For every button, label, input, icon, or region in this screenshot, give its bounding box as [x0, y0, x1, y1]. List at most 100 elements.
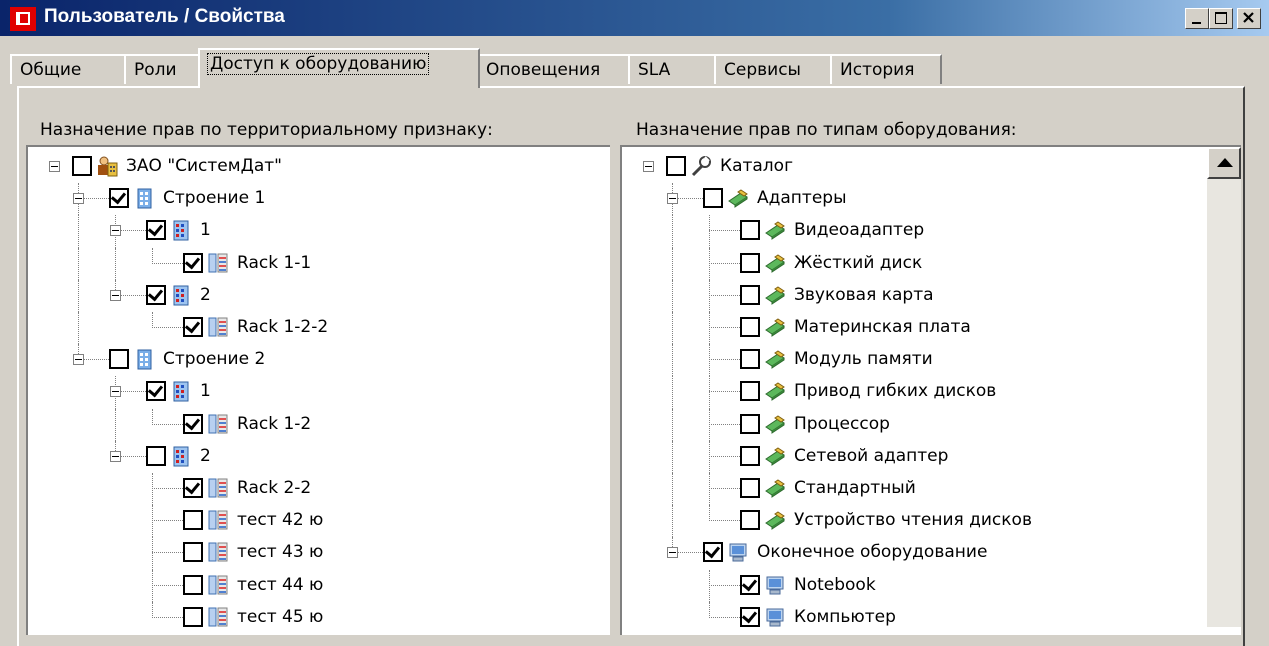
tree-node-checkbox[interactable]: [183, 542, 203, 563]
tree-node-checkbox[interactable]: [183, 252, 203, 273]
tree-connector: [672, 505, 673, 538]
tree-collapse-toggle[interactable]: [73, 193, 84, 205]
tree-node-checkbox[interactable]: [740, 381, 760, 402]
tree-node[interactable]: Адаптеры: [622, 183, 1241, 216]
tree-node[interactable]: тест 44 ю: [28, 569, 610, 602]
tree-node-content: 2: [146, 280, 211, 310]
tab-general[interactable]: Общие: [10, 54, 126, 84]
tree-node[interactable]: Каталог: [622, 151, 1241, 181]
tree-node-checkbox[interactable]: [740, 284, 760, 305]
tree-node-checkbox[interactable]: [740, 606, 760, 627]
title-bar[interactable]: Пользователь / Свойства: [0, 0, 1269, 36]
tab-notifications[interactable]: Оповещения: [476, 54, 630, 84]
scroll-up-button[interactable]: [1207, 147, 1241, 179]
tree-connector: [152, 327, 183, 328]
tree-node[interactable]: тест 43 ю: [28, 537, 610, 570]
tab-label: Оповещения: [486, 60, 601, 80]
tab-equipment-access[interactable]: Доступ к оборудованию: [198, 48, 480, 88]
tree-collapse-toggle[interactable]: [643, 161, 654, 172]
tree-node-checkbox[interactable]: [740, 252, 760, 273]
tree-node-checkbox[interactable]: [740, 478, 760, 498]
tree-node[interactable]: Модуль памяти: [622, 344, 1241, 377]
minimize-button[interactable]: [1185, 8, 1209, 29]
tree-node[interactable]: 2: [28, 440, 610, 471]
tree-node-checkbox[interactable]: [740, 317, 760, 337]
tree-node[interactable]: ЗАО "СистемДат": [28, 151, 610, 181]
tree-collapse-toggle[interactable]: [110, 289, 121, 301]
tree-collapse-toggle[interactable]: [110, 450, 121, 462]
tree-node-checkbox[interactable]: [183, 413, 203, 434]
tree-connector: [709, 488, 740, 489]
tree-collapse-toggle[interactable]: [110, 386, 121, 398]
tree-node[interactable]: Notebook: [622, 569, 1241, 602]
tree-collapse-toggle[interactable]: [73, 354, 84, 366]
tree-node[interactable]: Rack 2-2: [28, 473, 610, 506]
tree-node-checkbox[interactable]: [183, 478, 203, 498]
tree-collapse-toggle[interactable]: [49, 161, 60, 172]
tree-node-content: Строение 2: [109, 344, 265, 374]
tree-node[interactable]: Устройство чтения дисков: [622, 505, 1241, 538]
app-logo-icon: [10, 7, 36, 31]
tree-node[interactable]: Процессор: [622, 408, 1241, 441]
tree-node-label: Оконечное оборудование: [757, 542, 988, 563]
territory-tree[interactable]: ЗАО "СистемДат" Строение 1 1 Rack 1-1 2 Rack …: [26, 145, 610, 635]
tree-node[interactable]: 1: [28, 215, 610, 248]
equipment-tree-scrollbar[interactable]: [1207, 147, 1241, 627]
tree-node[interactable]: тест 45 ю: [28, 601, 610, 632]
tree-node-checkbox[interactable]: [109, 349, 129, 370]
tree-connector: [152, 408, 153, 425]
maximize-button[interactable]: [1209, 8, 1233, 29]
tree-node-checkbox[interactable]: [740, 510, 760, 531]
tree-node-label: тест 44 ю: [237, 574, 324, 595]
tree-connector: [115, 408, 116, 441]
close-button[interactable]: [1237, 8, 1261, 29]
tree-node[interactable]: Материнская плата: [622, 312, 1241, 345]
tree-node[interactable]: Оконечное оборудование: [622, 537, 1241, 567]
tree-node[interactable]: Стандартный: [622, 473, 1241, 506]
equipment-type-tree[interactable]: Каталог Адаптеры Видеоадаптер Жёсткий диск З…: [620, 145, 1241, 635]
tree-node-checkbox[interactable]: [109, 188, 129, 209]
tree-node-checkbox[interactable]: [146, 220, 166, 241]
tab-roles[interactable]: Роли: [124, 54, 206, 84]
tree-node-checkbox[interactable]: [703, 188, 723, 209]
tree-node[interactable]: Звуковая карта: [622, 279, 1241, 312]
tree-node-checkbox[interactable]: [740, 445, 760, 466]
tree-node-checkbox[interactable]: [740, 220, 760, 241]
tree-node[interactable]: Компьютер: [622, 601, 1241, 632]
tab-history[interactable]: История: [830, 54, 942, 84]
tree-connector: [709, 423, 740, 425]
tree-node-label: Материнская плата: [794, 317, 971, 337]
tree-node-checkbox[interactable]: [183, 510, 203, 531]
tree-node[interactable]: 1: [28, 376, 610, 409]
tree-node-checkbox[interactable]: [183, 606, 203, 627]
tree-collapse-toggle[interactable]: [667, 193, 678, 205]
tree-node-checkbox[interactable]: [740, 413, 760, 434]
tree-node[interactable]: тест 42 ю: [28, 505, 610, 538]
tree-node-checkbox[interactable]: [740, 349, 760, 370]
tree-collapse-toggle[interactable]: [110, 225, 121, 237]
tree-node[interactable]: Rack 1-2-2: [28, 312, 610, 345]
tree-node-checkbox[interactable]: [146, 445, 166, 466]
tree-node-checkbox[interactable]: [146, 284, 166, 305]
tree-node-checkbox[interactable]: [703, 542, 723, 563]
tab-sla[interactable]: SLA: [628, 54, 716, 84]
tree-node[interactable]: Сетевой адаптер: [622, 440, 1241, 473]
tree-node[interactable]: Rack 1-2: [28, 408, 610, 441]
tree-node-checkbox[interactable]: [740, 574, 760, 595]
tree-node[interactable]: Rack 1-1: [28, 247, 610, 280]
rack-icon: [207, 606, 229, 628]
tree-node[interactable]: Жёсткий диск: [622, 247, 1241, 280]
tree-node-checkbox[interactable]: [72, 156, 92, 176]
tree-collapse-toggle[interactable]: [667, 547, 678, 559]
tree-node-checkbox[interactable]: [183, 317, 203, 337]
tree-node[interactable]: Видеоадаптер: [622, 215, 1241, 248]
tree-node-checkbox[interactable]: [183, 574, 203, 595]
tree-node[interactable]: 2: [28, 279, 610, 312]
tree-node-label: Notebook: [794, 574, 876, 595]
tree-node-checkbox[interactable]: [146, 381, 166, 402]
tree-node[interactable]: Привод гибких дисков: [622, 376, 1241, 409]
tree-node[interactable]: Строение 2: [28, 344, 610, 374]
tree-node[interactable]: Строение 1: [28, 183, 610, 216]
tab-services[interactable]: Сервисы: [714, 54, 832, 84]
tree-node-checkbox[interactable]: [666, 156, 686, 176]
